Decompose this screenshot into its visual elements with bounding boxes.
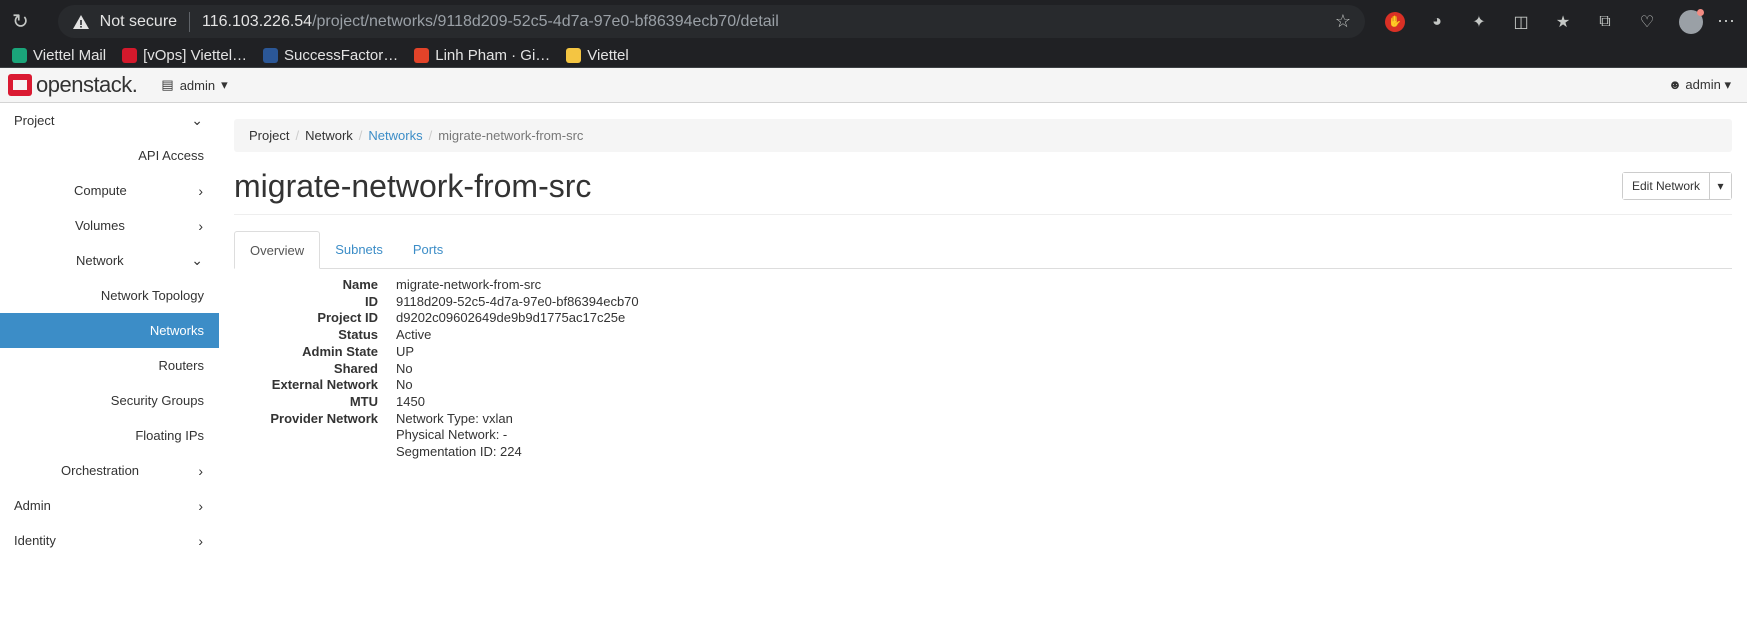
caret-down-icon: ▾ [1724, 77, 1731, 92]
caret-down-icon: ▾ [1717, 179, 1724, 193]
actions-dropdown-toggle[interactable]: ▾ [1709, 173, 1731, 199]
detail-row: Project ID d9202c09602649de9b9d1775ac17c2… [317, 310, 626, 326]
openstack-logo-icon [8, 74, 32, 96]
breadcrumb: Project / Network / Networks / migrate-n… [234, 119, 1732, 152]
sidebar-item-project[interactable]: Project ⌄ [0, 103, 219, 138]
user-icon: ☻ [1668, 77, 1682, 92]
sidebar-item-network-topology[interactable]: Network Topology [0, 278, 219, 313]
page-title: migrate-network-from-src [234, 167, 592, 204]
adblock-icon[interactable]: ✋ [1385, 11, 1405, 32]
url-divider [189, 11, 191, 32]
user-label: admin [1685, 77, 1721, 92]
reader-mode-icon[interactable]: ◕ [1427, 12, 1447, 32]
warning-icon [72, 14, 89, 29]
breadcrumb-networks-link[interactable]: Networks [368, 128, 422, 143]
sidebar-item-network[interactable]: Network ⌄ [0, 243, 219, 278]
sidebar-item-security-groups[interactable]: Security Groups [0, 383, 219, 418]
openstack-header: openstack. ▤ admin ▾ ☻ admin ▾ [0, 68, 1747, 103]
tab-subnets[interactable]: Subnets [320, 231, 398, 268]
breadcrumb-project: Project [249, 128, 290, 143]
sidebar-item-volumes[interactable]: Volumes › [0, 208, 219, 243]
tab-ports[interactable]: Ports [398, 231, 458, 268]
user-dropdown[interactable]: ☻ admin ▾ [1668, 77, 1731, 93]
reload-icon[interactable]: ↻ [12, 9, 36, 34]
viettel-mail-icon [12, 47, 27, 63]
main-content: Project / Network / Networks / migrate-n… [219, 103, 1747, 631]
sidebar-item-compute[interactable]: Compute › [0, 173, 219, 208]
openstack-logo[interactable]: openstack. [8, 72, 138, 98]
tab-overview[interactable]: Overview [234, 231, 321, 269]
breadcrumb-separator: / [295, 128, 300, 143]
bookmark-item[interactable]: Viettel Mail [12, 47, 106, 64]
detail-row: Name migrate-network-from-src [342, 277, 542, 292]
bookmark-star-icon[interactable]: ☆ [1335, 11, 1351, 32]
bookmarks-bar: Viettel Mail [vOps] Viettel… SuccessFact… [0, 43, 1747, 68]
detail-row: Admin State UP [302, 343, 415, 359]
chevron-right-icon: › [198, 182, 203, 199]
breadcrumb-separator: / [358, 128, 363, 143]
security-label[interactable]: Not secure [100, 13, 177, 31]
successfactors-icon [263, 47, 279, 63]
chevron-right-icon: › [198, 462, 203, 479]
edit-network-button[interactable]: Edit Network [1622, 173, 1709, 199]
project-dropdown[interactable]: ▤ admin ▾ [161, 77, 227, 93]
sidebar-item-identity[interactable]: Identity › [0, 523, 219, 558]
vops-icon [122, 47, 138, 63]
browser-toolbar: ↻ Not secure 116.103.226.54 /project/net… [0, 0, 1747, 43]
url-path: /project/networks/9118d209-52c5-4d7a-97e… [312, 12, 779, 30]
project-label: admin [179, 77, 216, 93]
detail-row: Status Active [338, 327, 432, 343]
detail-row: External Network No [271, 377, 413, 393]
overview-details: Name migrate-network-from-src ID 9118d209-… [234, 277, 1732, 461]
logo-text: openstack. [36, 72, 138, 97]
chevron-right-icon: › [198, 532, 203, 549]
bookmark-folder[interactable]: Viettel [566, 47, 629, 64]
bookmark-item[interactable]: [vOps] Viettel… [122, 47, 247, 64]
profile-avatar[interactable] [1679, 8, 1704, 34]
detail-row: Physical Network: - [396, 427, 508, 443]
sidebar-item-floating-ips[interactable]: Floating IPs [0, 418, 219, 453]
project-icon: ▤ [161, 77, 174, 92]
bookmark-item[interactable]: Linh Pham · Gi… [414, 47, 550, 64]
url-host: 116.103.226.54 [202, 12, 313, 30]
sidebar: Project ⌄ API Access Compute › Volumes › Ne… [0, 103, 219, 631]
address-bar[interactable]: Not secure 116.103.226.54 /project/netwo… [57, 5, 1365, 38]
sidebar-item-networks[interactable]: Networks [0, 313, 219, 348]
sidebar-item-orchestration[interactable]: Orchestration › [0, 453, 219, 488]
edit-network-button-group: Edit Network ▾ [1621, 172, 1732, 200]
caret-down-icon: ▾ [221, 77, 228, 92]
breadcrumb-separator: / [428, 128, 433, 143]
sidebar-item-admin[interactable]: Admin › [0, 488, 219, 523]
detail-row: Provider Network Network Type: vxlan [270, 410, 513, 426]
chevron-down-icon: ⌄ [191, 252, 203, 268]
chevron-right-icon: › [198, 217, 203, 234]
gitlab-icon [414, 47, 430, 63]
folder-icon [566, 47, 582, 63]
breadcrumb-current: migrate-network-from-src [438, 128, 584, 143]
breadcrumb-network: Network [305, 128, 353, 143]
detail-tabs: Overview Subnets Ports [234, 231, 1732, 269]
bookmark-item[interactable]: SuccessFactor… [263, 47, 398, 64]
favorites-icon[interactable]: ★ [1553, 12, 1573, 32]
sidebar-item-api-access[interactable]: API Access [0, 138, 219, 173]
title-divider [234, 214, 1732, 215]
detail-row: Segmentation ID: 224 [396, 444, 522, 460]
detail-row: MTU 1450 [349, 393, 425, 409]
detail-row: Shared No [333, 360, 413, 376]
collections-icon[interactable]: ⧉ [1595, 12, 1615, 32]
more-menu-icon[interactable]: ⋯ [1717, 11, 1735, 32]
split-screen-icon[interactable]: ◫ [1511, 12, 1531, 32]
sidebar-item-routers[interactable]: Routers [0, 348, 219, 383]
browser-essentials-icon[interactable]: ♡ [1637, 12, 1657, 32]
detail-row: ID 9118d209-52c5-4d7a-97e0-bf86394ecb70 [365, 293, 639, 309]
chevron-down-icon: ⌄ [191, 112, 203, 128]
extensions-puzzle-icon[interactable]: ✦ [1469, 12, 1489, 32]
extension-icons: ✋ ◕ ✦ ◫ ★ ⧉ ♡ [1385, 8, 1704, 34]
chevron-right-icon: › [198, 497, 203, 514]
